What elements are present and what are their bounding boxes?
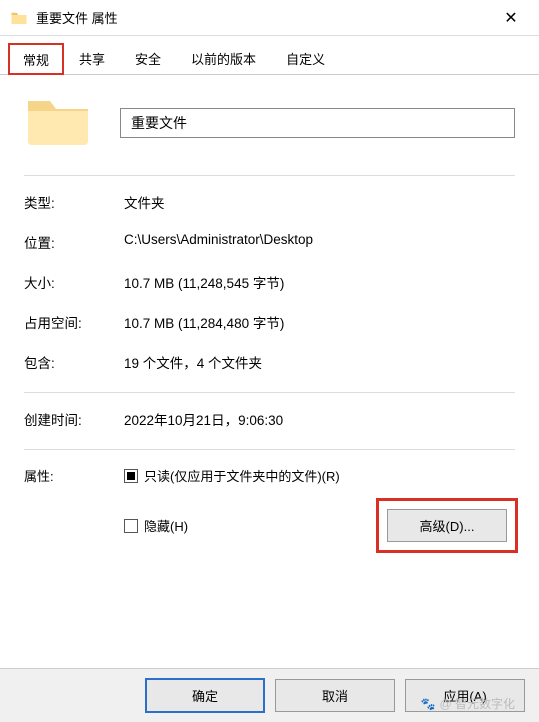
location-label: 位置:	[24, 232, 124, 252]
content-area: 类型: 文件夹 位置: C:\Users\Administrator\Deskt…	[0, 75, 539, 560]
cancel-button[interactable]: 取消	[275, 679, 395, 712]
apply-button[interactable]: 应用(A)	[405, 679, 525, 712]
hidden-checkbox[interactable]	[124, 519, 138, 533]
size-label: 大小:	[24, 272, 124, 292]
close-icon[interactable]: ✕	[491, 0, 531, 36]
type-value: 文件夹	[124, 192, 515, 212]
tab-general[interactable]: 常规	[8, 43, 64, 75]
folder-large-icon	[24, 95, 92, 151]
created-label: 创建时间:	[24, 409, 124, 429]
dialog-footer: 确定 取消 应用(A)	[0, 668, 539, 722]
separator	[24, 392, 515, 393]
tab-custom[interactable]: 自定义	[271, 42, 340, 74]
separator	[24, 449, 515, 450]
tab-bar: 常规 共享 安全 以前的版本 自定义	[0, 36, 539, 75]
advanced-button[interactable]: 高级(D)...	[387, 509, 507, 542]
readonly-label: 只读(仅应用于文件夹中的文件)(R)	[144, 466, 340, 485]
size-value: 10.7 MB (11,248,545 字节)	[124, 272, 515, 292]
type-label: 类型:	[24, 192, 124, 212]
attributes-label: 属性:	[24, 466, 124, 550]
folder-icon	[10, 9, 28, 27]
tab-security[interactable]: 安全	[120, 42, 176, 74]
disk-size-value: 10.7 MB (11,284,480 字节)	[124, 312, 515, 332]
tab-share[interactable]: 共享	[64, 42, 120, 74]
disk-size-label: 占用空间:	[24, 312, 124, 332]
location-value: C:\Users\Administrator\Desktop	[124, 232, 515, 252]
created-value: 2022年10月21日，9:06:30	[124, 409, 515, 429]
contains-value: 19 个文件，4 个文件夹	[124, 352, 515, 372]
readonly-checkbox[interactable]	[124, 469, 138, 483]
window-title: 重要文件 属性	[36, 8, 491, 27]
contains-label: 包含:	[24, 352, 124, 372]
folder-name-input[interactable]	[120, 108, 515, 138]
hidden-label: 隐藏(H)	[144, 516, 188, 535]
ok-button[interactable]: 确定	[145, 678, 265, 713]
titlebar: 重要文件 属性 ✕	[0, 0, 539, 36]
tab-previous-versions[interactable]: 以前的版本	[176, 42, 271, 74]
advanced-highlight: 高级(D)...	[379, 501, 515, 550]
separator	[24, 175, 515, 176]
